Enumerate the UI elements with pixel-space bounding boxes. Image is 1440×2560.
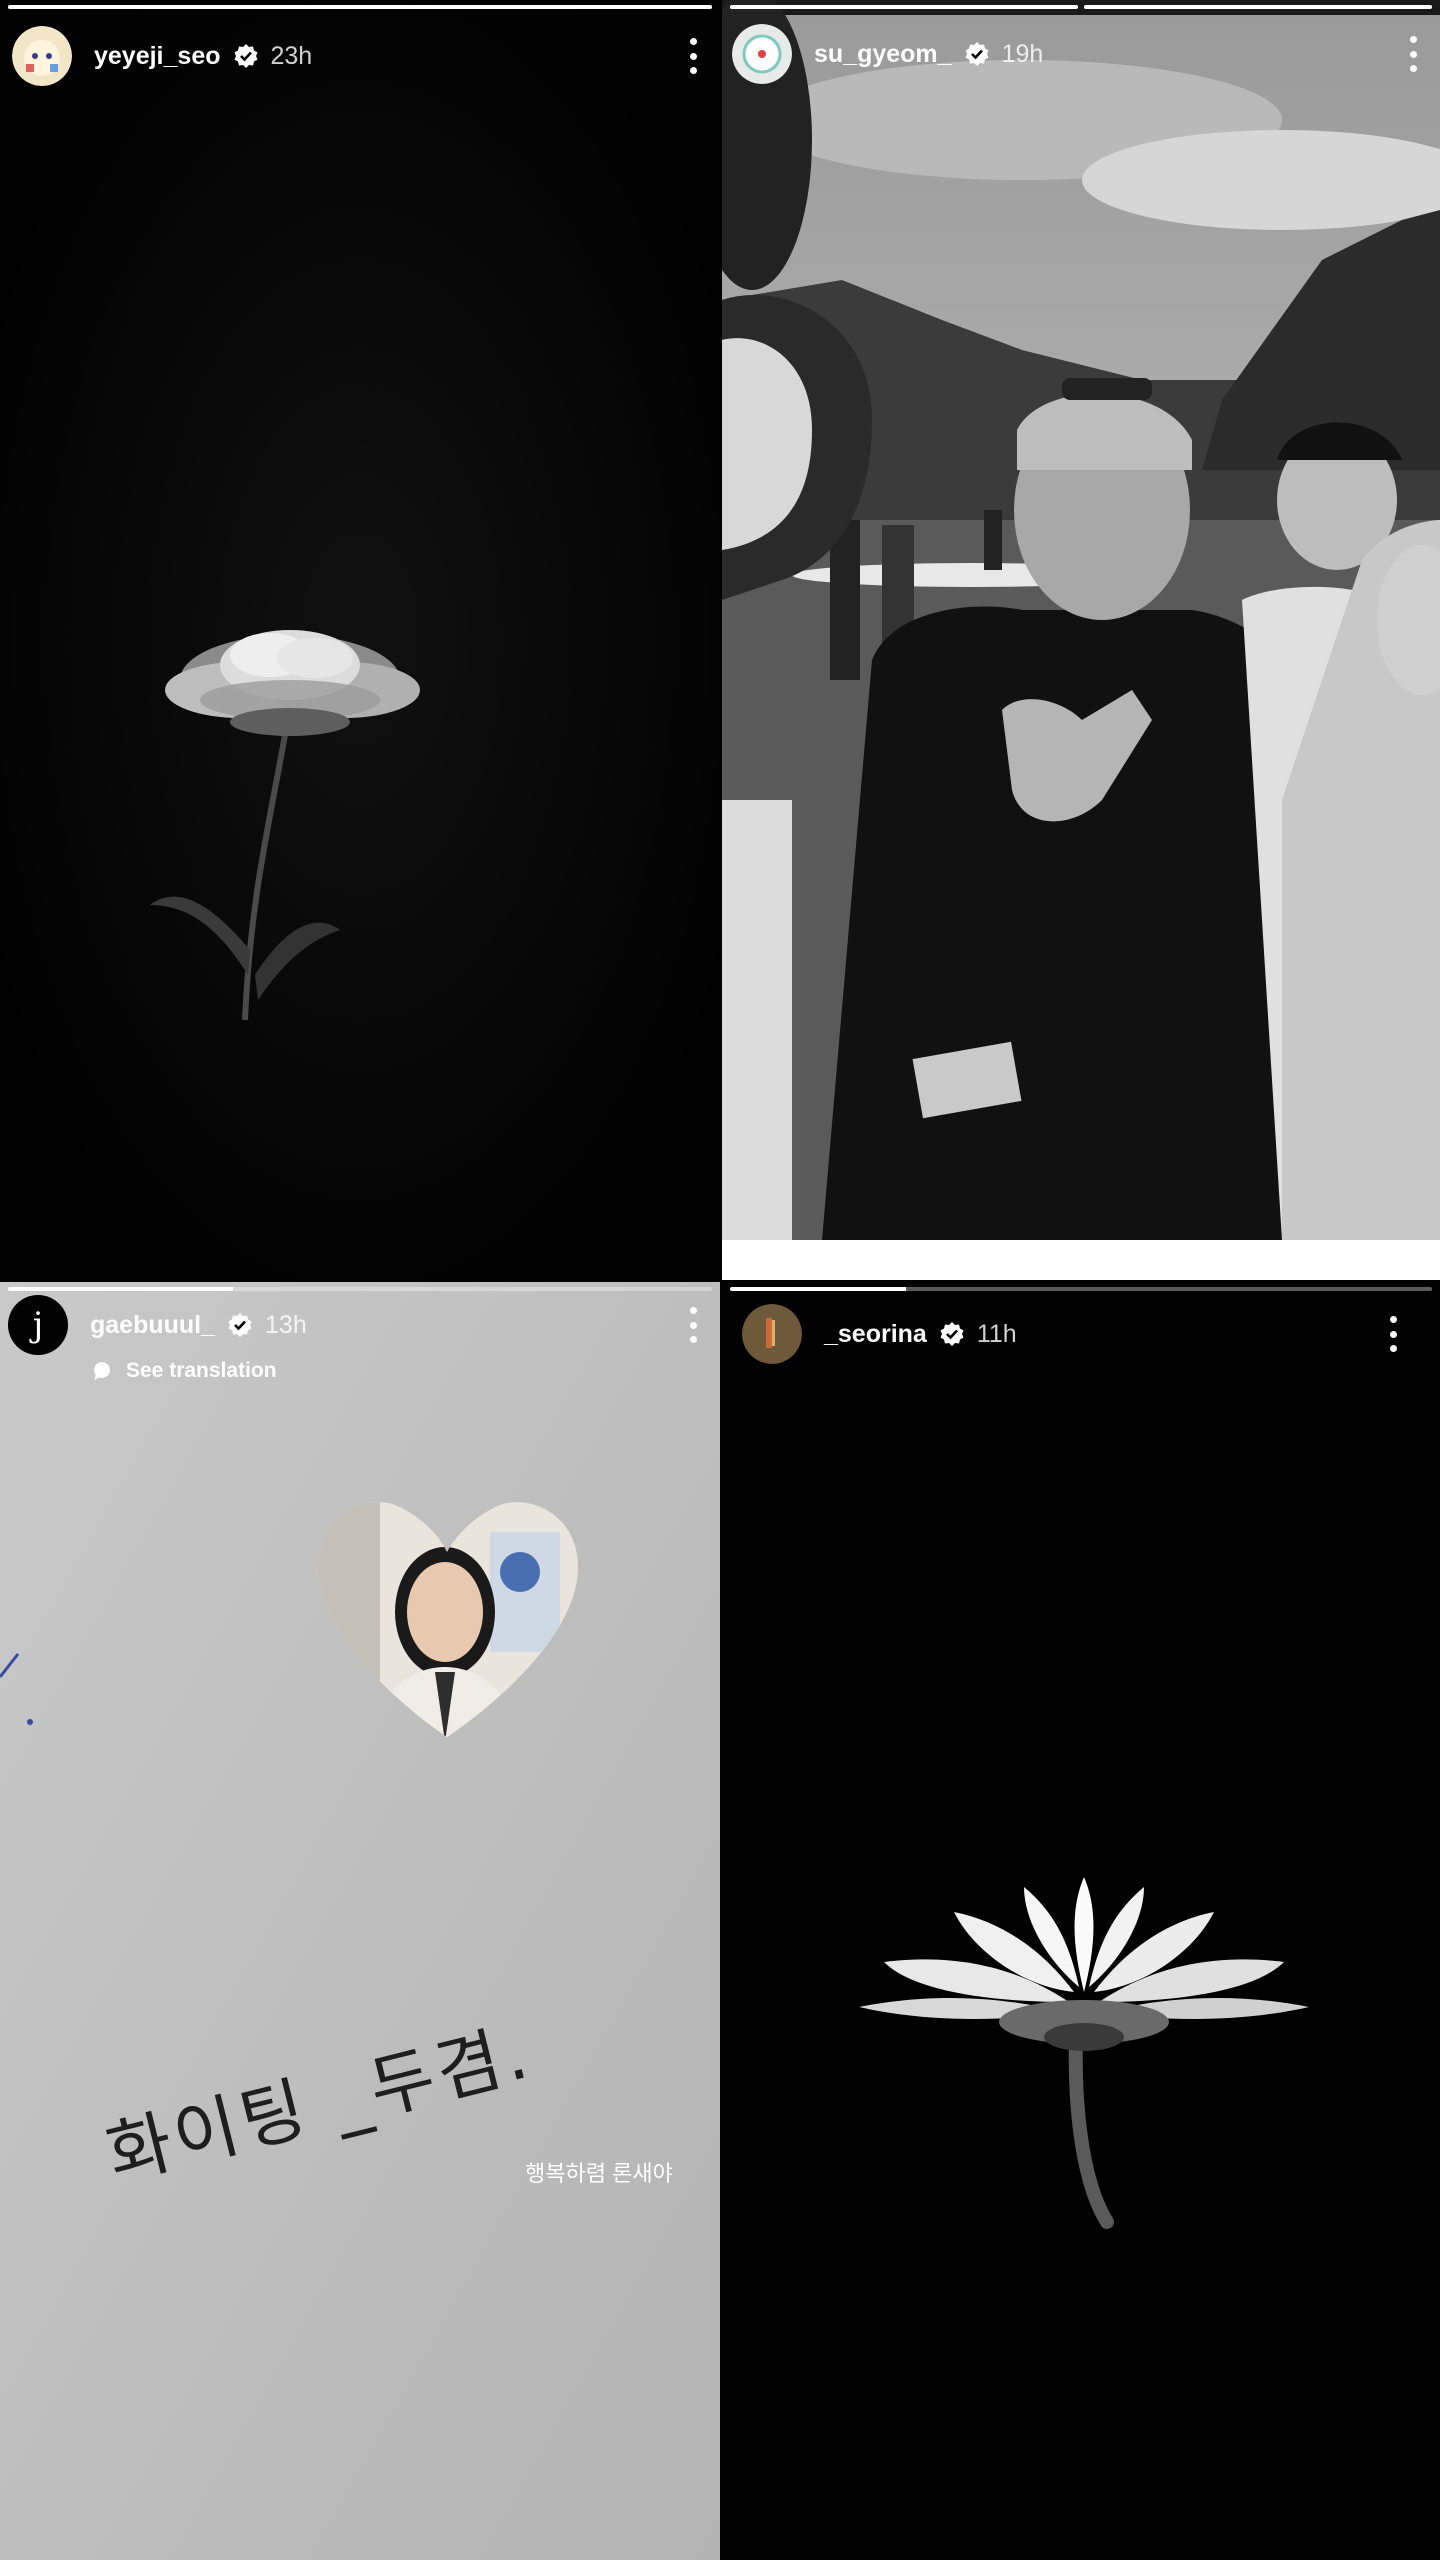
username[interactable]: _seorina	[824, 1320, 927, 1349]
progress-segment	[730, 5, 1078, 9]
more-options-icon[interactable]	[1408, 36, 1418, 72]
progress-segment	[730, 1287, 1432, 1291]
see-translation-link[interactable]: See translation	[92, 1359, 277, 1383]
story-image-gerbera	[722, 1282, 1440, 2560]
verified-badge-icon	[940, 1322, 964, 1346]
avatar[interactable]	[742, 1304, 802, 1364]
post-time: 23h	[270, 41, 313, 70]
more-options-icon[interactable]	[688, 38, 698, 74]
more-options-icon[interactable]	[1388, 1316, 1398, 1352]
progress-segment	[8, 5, 712, 9]
story-header: yeyeji_seo 23h	[12, 16, 720, 96]
translation-bubble-icon	[94, 1362, 110, 1380]
story-header: su_gyeom_ 19h	[732, 14, 1440, 94]
story-panel-seorina[interactable]: _seorina 11h	[722, 1282, 1440, 2560]
story-panel-yeyeji[interactable]: yeyeji_seo 23h	[0, 0, 720, 1280]
progress-fill	[730, 1287, 906, 1291]
verified-badge-icon	[965, 42, 989, 66]
story-progress-bar	[730, 1287, 1432, 1291]
progress-fill	[1084, 5, 1432, 9]
progress-fill	[8, 5, 712, 9]
post-time: 11h	[976, 1319, 1017, 1348]
story-image-group-photo	[722, 0, 1440, 1280]
progress-segment	[1084, 5, 1432, 9]
avatar[interactable]: j	[8, 1295, 68, 1355]
more-options-icon[interactable]	[688, 1307, 698, 1343]
username[interactable]: su_gyeom_	[814, 40, 952, 69]
username[interactable]: gaebuuul_	[90, 1311, 215, 1340]
story-image-chrysanthemum	[0, 0, 720, 1280]
post-time: 19h	[1001, 39, 1044, 68]
username[interactable]: yeyeji_seo	[94, 42, 221, 71]
story-progress-bar	[8, 5, 712, 9]
story-header: j gaebuuul_ 13h	[8, 1290, 720, 1360]
verified-badge-icon	[234, 44, 257, 68]
see-translation-label: See translation	[126, 1359, 277, 1382]
story-image-paper-note	[0, 1282, 720, 2560]
story-panel-su-gyeom[interactable]: su_gyeom_ 19h	[722, 0, 1440, 1280]
avatar[interactable]	[12, 26, 72, 86]
avatar-letter: j	[32, 1305, 44, 1345]
story-panel-gaebuuul[interactable]: 화이팅 _두겸. 행복하렴 론새야 j gaebuuul_ 13h See tr…	[0, 1282, 720, 2560]
progress-fill	[730, 5, 1078, 9]
story-progress-bar	[730, 5, 1432, 9]
verified-badge-icon	[228, 1313, 252, 1337]
story-caption: 행복하렴 론새야	[525, 2161, 673, 2186]
post-time: 13h	[265, 1310, 307, 1339]
story-header: _seorina 11h	[742, 1294, 1440, 1374]
avatar[interactable]	[732, 24, 792, 84]
